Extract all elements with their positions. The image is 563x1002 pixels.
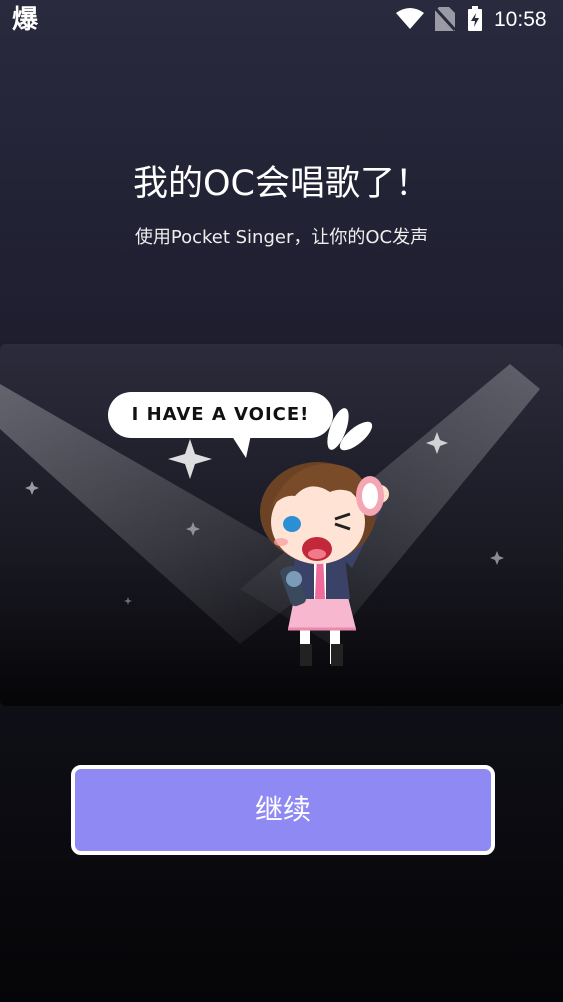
speech-bubble: I HAVE A VOICE!: [108, 392, 333, 438]
page-subtitle: 使用Pocket Singer，让你的OC发声: [134, 227, 429, 248]
sparkle-icon: [124, 597, 132, 605]
no-sim-icon: [434, 6, 456, 32]
page-title: 我的OC会唱歌了！: [133, 164, 430, 204]
sparkle-icon: [25, 481, 39, 495]
status-time: 10:58: [494, 8, 547, 31]
battery-charging-icon: [468, 6, 482, 31]
sparkle-icon: [168, 439, 212, 479]
app-notification-icon: 爆: [12, 5, 39, 35]
wifi-icon: [396, 8, 424, 29]
status-bar: 爆 10:58: [0, 0, 563, 40]
sparkle-icon: [490, 551, 504, 565]
continue-button[interactable]: 继续: [71, 765, 495, 855]
